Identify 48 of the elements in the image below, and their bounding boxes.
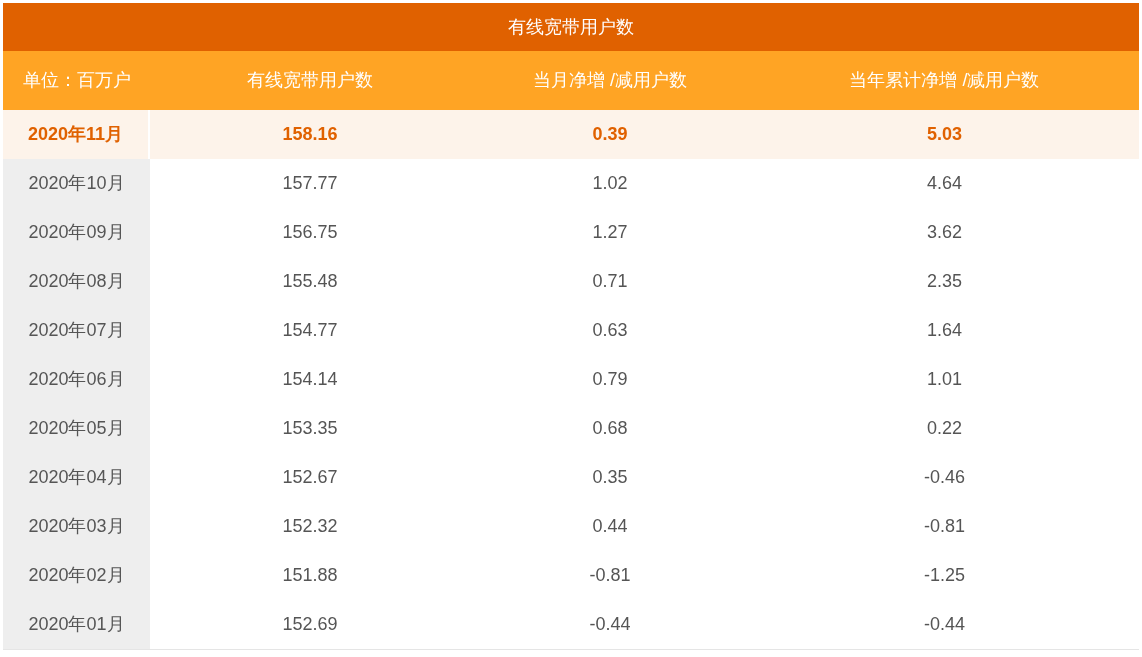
table-cell-text: 2.35 xyxy=(925,270,963,293)
table-cell-text: 152.67 xyxy=(281,466,339,489)
table-cell: 2020年10月 xyxy=(3,159,150,208)
table-cell: 2020年07月 xyxy=(3,306,150,355)
table-cell-text: 152.32 xyxy=(281,515,339,538)
column-header: 单位：百万户 xyxy=(21,69,132,92)
table-cell-text: 0.22 xyxy=(925,417,963,440)
table-cell-text: 4.64 xyxy=(925,172,963,195)
table-cell: 2020年03月 xyxy=(3,502,150,551)
table-cell-text: 154.14 xyxy=(281,368,339,391)
table-cell: 2020年04月 xyxy=(3,453,150,502)
table-cell-text: 0.44 xyxy=(591,515,629,538)
table-cell-text: -0.81 xyxy=(588,564,632,587)
table-cell-text: -1.25 xyxy=(923,564,966,587)
table-cell-text: 0.35 xyxy=(591,466,629,489)
table-cell-text: 156.75 xyxy=(281,221,339,244)
table-cell-text: 0.68 xyxy=(591,417,629,440)
table-cell-text: -0.44 xyxy=(923,613,966,636)
table-cell-text: 1.02 xyxy=(591,172,629,195)
table-cell: 2020年08月 xyxy=(3,257,150,306)
column-header: 当月净增 /减用户数 xyxy=(532,69,688,92)
table-cell-text: 155.48 xyxy=(281,270,339,293)
table-cell: 2020年02月 xyxy=(3,551,150,600)
table-cell-text: 158.16 xyxy=(281,123,339,146)
table-cell-text: 1.01 xyxy=(925,368,963,391)
table-cell: 2020年09月 xyxy=(3,208,150,257)
column-header: 当年累计净增 /减用户数 xyxy=(848,69,1041,92)
table-cell-text: 0.71 xyxy=(591,270,629,293)
table-cell-text: 1.27 xyxy=(591,221,629,244)
column-header: 有线宽带用户数 xyxy=(246,69,374,92)
table-cell-text: 157.77 xyxy=(281,172,339,195)
table-cell-text: 1.64 xyxy=(925,319,963,342)
table-cell-text: 0.63 xyxy=(591,319,629,342)
table-cell-text: 151.88 xyxy=(281,564,339,587)
table-cell-text: -0.44 xyxy=(588,613,632,636)
table-cell-text: -0.46 xyxy=(923,466,966,489)
table-cell-text: 152.69 xyxy=(281,613,339,636)
table-cell-text: 3.62 xyxy=(925,221,963,244)
table-cell: 2020年06月 xyxy=(3,355,150,404)
table-cell-text: 153.35 xyxy=(281,417,339,440)
table-cell-text: 0.79 xyxy=(591,368,629,391)
table-cell: 2020年05月 xyxy=(3,404,150,453)
table-cell-text: 0.39 xyxy=(591,123,629,146)
table-cell-text: 5.03 xyxy=(925,123,963,146)
table-title: 有线宽带用户数 xyxy=(3,3,1139,51)
table-cell-text: -0.81 xyxy=(923,515,966,538)
table-cell: 2020年01月 xyxy=(3,600,150,649)
table-cell-text: 154.77 xyxy=(281,319,339,342)
